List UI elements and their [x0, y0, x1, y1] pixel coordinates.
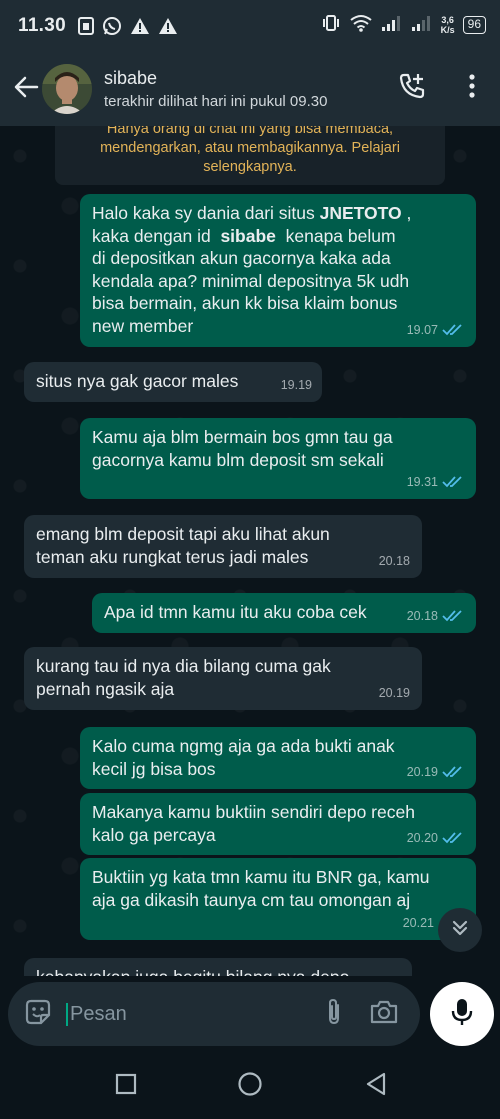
double-chevron-down-icon [450, 918, 470, 943]
message-outgoing[interactable]: Halo kaka sy dania dari situs JNETOTO , … [80, 194, 476, 347]
message-text: Buktiin yg kata tmn kamu itu BNR ga, kam… [92, 867, 430, 910]
back-nav-button[interactable] [362, 1072, 390, 1100]
message-outgoing[interactable]: Apa id tmn kamu itu aku coba cek 20.18 [92, 593, 476, 633]
message-meta: 20.20 [407, 827, 464, 850]
message-incoming[interactable]: kurang tau id nya dia bilang cuma gak pe… [24, 647, 422, 710]
message-input-box[interactable] [8, 982, 420, 1046]
network-speed: 3,6 K/s [441, 15, 455, 35]
message-time: 20.20 [406, 830, 438, 845]
message-text-bold: JNETOTO [319, 203, 402, 223]
encryption-notice[interactable]: Hanya orang di chat ini yang bisa membac… [55, 126, 445, 185]
avatar[interactable] [42, 64, 92, 114]
home-button[interactable] [236, 1071, 264, 1102]
message-meta: 19.07 [407, 319, 464, 342]
message-time: 20.18 [378, 553, 410, 568]
chat-area[interactable]: Hanya orang di chat ini yang bisa membac… [0, 126, 500, 976]
camera-icon [369, 999, 399, 1030]
back-arrow-icon [13, 76, 39, 103]
read-ticks-icon [442, 610, 464, 622]
message-time: 19.31 [406, 474, 438, 489]
message-composer [0, 976, 500, 1052]
clock: 11.30 [18, 15, 66, 36]
message-meta: 19.19 [281, 374, 312, 397]
message-text: Kamu aja blm bermain bos gmn tau ga gaco… [92, 427, 393, 470]
battery-icon: 96 [462, 15, 486, 34]
read-ticks-icon [442, 324, 464, 336]
message-text: emang blm deposit tapi aku lihat akun te… [36, 524, 330, 567]
recents-icon [115, 1073, 137, 1100]
contact-name: sibabe [104, 68, 158, 88]
network-speed-unit: K/s [440, 24, 455, 35]
scroll-to-bottom-button[interactable] [438, 908, 482, 952]
mic-icon [451, 997, 473, 1032]
message-meta: 20.18 [407, 605, 464, 628]
message-meta: 19.31 [407, 471, 464, 494]
read-ticks-icon [442, 766, 464, 778]
message-text: Halo kaka sy dania dari situs JNETOTO , … [92, 202, 464, 337]
attach-button[interactable] [316, 996, 352, 1032]
add-call-icon [398, 72, 426, 105]
message-time: 20.19 [378, 685, 410, 700]
whatsapp-icon [102, 16, 122, 36]
message-time: 19.07 [406, 322, 438, 337]
attach-icon [325, 997, 343, 1032]
add-call-button[interactable] [396, 72, 428, 104]
sticker-button[interactable] [18, 994, 58, 1034]
message-meta: 20.18 [379, 550, 410, 573]
message-outgoing[interactable]: Kalo cuma ngmg aja ga ada bukti anak kec… [80, 727, 476, 789]
message-incoming[interactable]: kebanyakan juga begitu bilang nya depo [24, 958, 412, 976]
signal-icon [381, 14, 403, 35]
message-outgoing[interactable]: Kamu aja blm bermain bos gmn tau ga gaco… [80, 418, 476, 499]
message-time: 20.19 [406, 764, 438, 779]
system-nav-bar [0, 1052, 500, 1119]
sticker-icon [23, 997, 53, 1032]
message-text: kebanyakan juga begitu bilang nya depo [36, 966, 400, 976]
warning-icon [158, 17, 178, 35]
status-bar: 11.30 3,6 K/s 96 [0, 0, 500, 52]
message-incoming[interactable]: emang blm deposit tapi aku lihat akun te… [24, 515, 422, 578]
camera-button[interactable] [366, 996, 402, 1032]
message-text: situs nya gak gacor males [36, 371, 239, 391]
message-meta: 20.19 [407, 761, 464, 784]
back-triangle-icon [365, 1072, 387, 1101]
message-outgoing[interactable]: Makanya kamu buktiin sendiri depo receh … [80, 793, 476, 855]
message-outgoing[interactable]: Buktiin yg kata tmn kamu itu BNR ga, kam… [80, 858, 476, 940]
message-incoming[interactable]: situs nya gak gacor males 19.19 [24, 362, 322, 402]
more-vert-icon [469, 73, 475, 103]
contact-info[interactable]: sibabe terakhir dilihat hari ini pukul 0… [104, 68, 327, 110]
more-options-button[interactable] [460, 72, 484, 104]
message-text: kurang tau id nya dia bilang cuma gak pe… [36, 656, 331, 699]
message-time: 20.18 [406, 608, 438, 623]
sim-card-icon [78, 17, 94, 35]
vibrate-icon [321, 14, 341, 35]
read-ticks-icon [442, 476, 464, 488]
message-text-bold: sibabe [220, 225, 276, 246]
home-icon [237, 1071, 263, 1102]
recents-button[interactable] [112, 1072, 140, 1100]
last-seen: terakhir dilihat hari ini pukul 09.30 [104, 93, 328, 110]
status-right: 3,6 K/s 96 [321, 14, 486, 35]
voice-message-button[interactable] [430, 982, 494, 1046]
message-time: 19.19 [280, 377, 312, 392]
message-input[interactable] [66, 1002, 286, 1026]
battery-level: 96 [467, 16, 481, 31]
read-ticks-icon [442, 832, 464, 844]
warning-icon [130, 17, 150, 35]
message-meta: 20.19 [379, 682, 410, 705]
wifi-icon [349, 14, 373, 35]
message-text-part: Halo kaka sy dania dari situs [92, 203, 320, 223]
signal-icon [411, 14, 433, 35]
network-speed-value: 3,6 [441, 14, 454, 25]
message-time: 20.21 [402, 915, 434, 930]
back-button[interactable] [6, 69, 46, 109]
chat-header: sibabe terakhir dilihat hari ini pukul 0… [0, 52, 500, 126]
message-meta: 20.21 [403, 912, 434, 935]
